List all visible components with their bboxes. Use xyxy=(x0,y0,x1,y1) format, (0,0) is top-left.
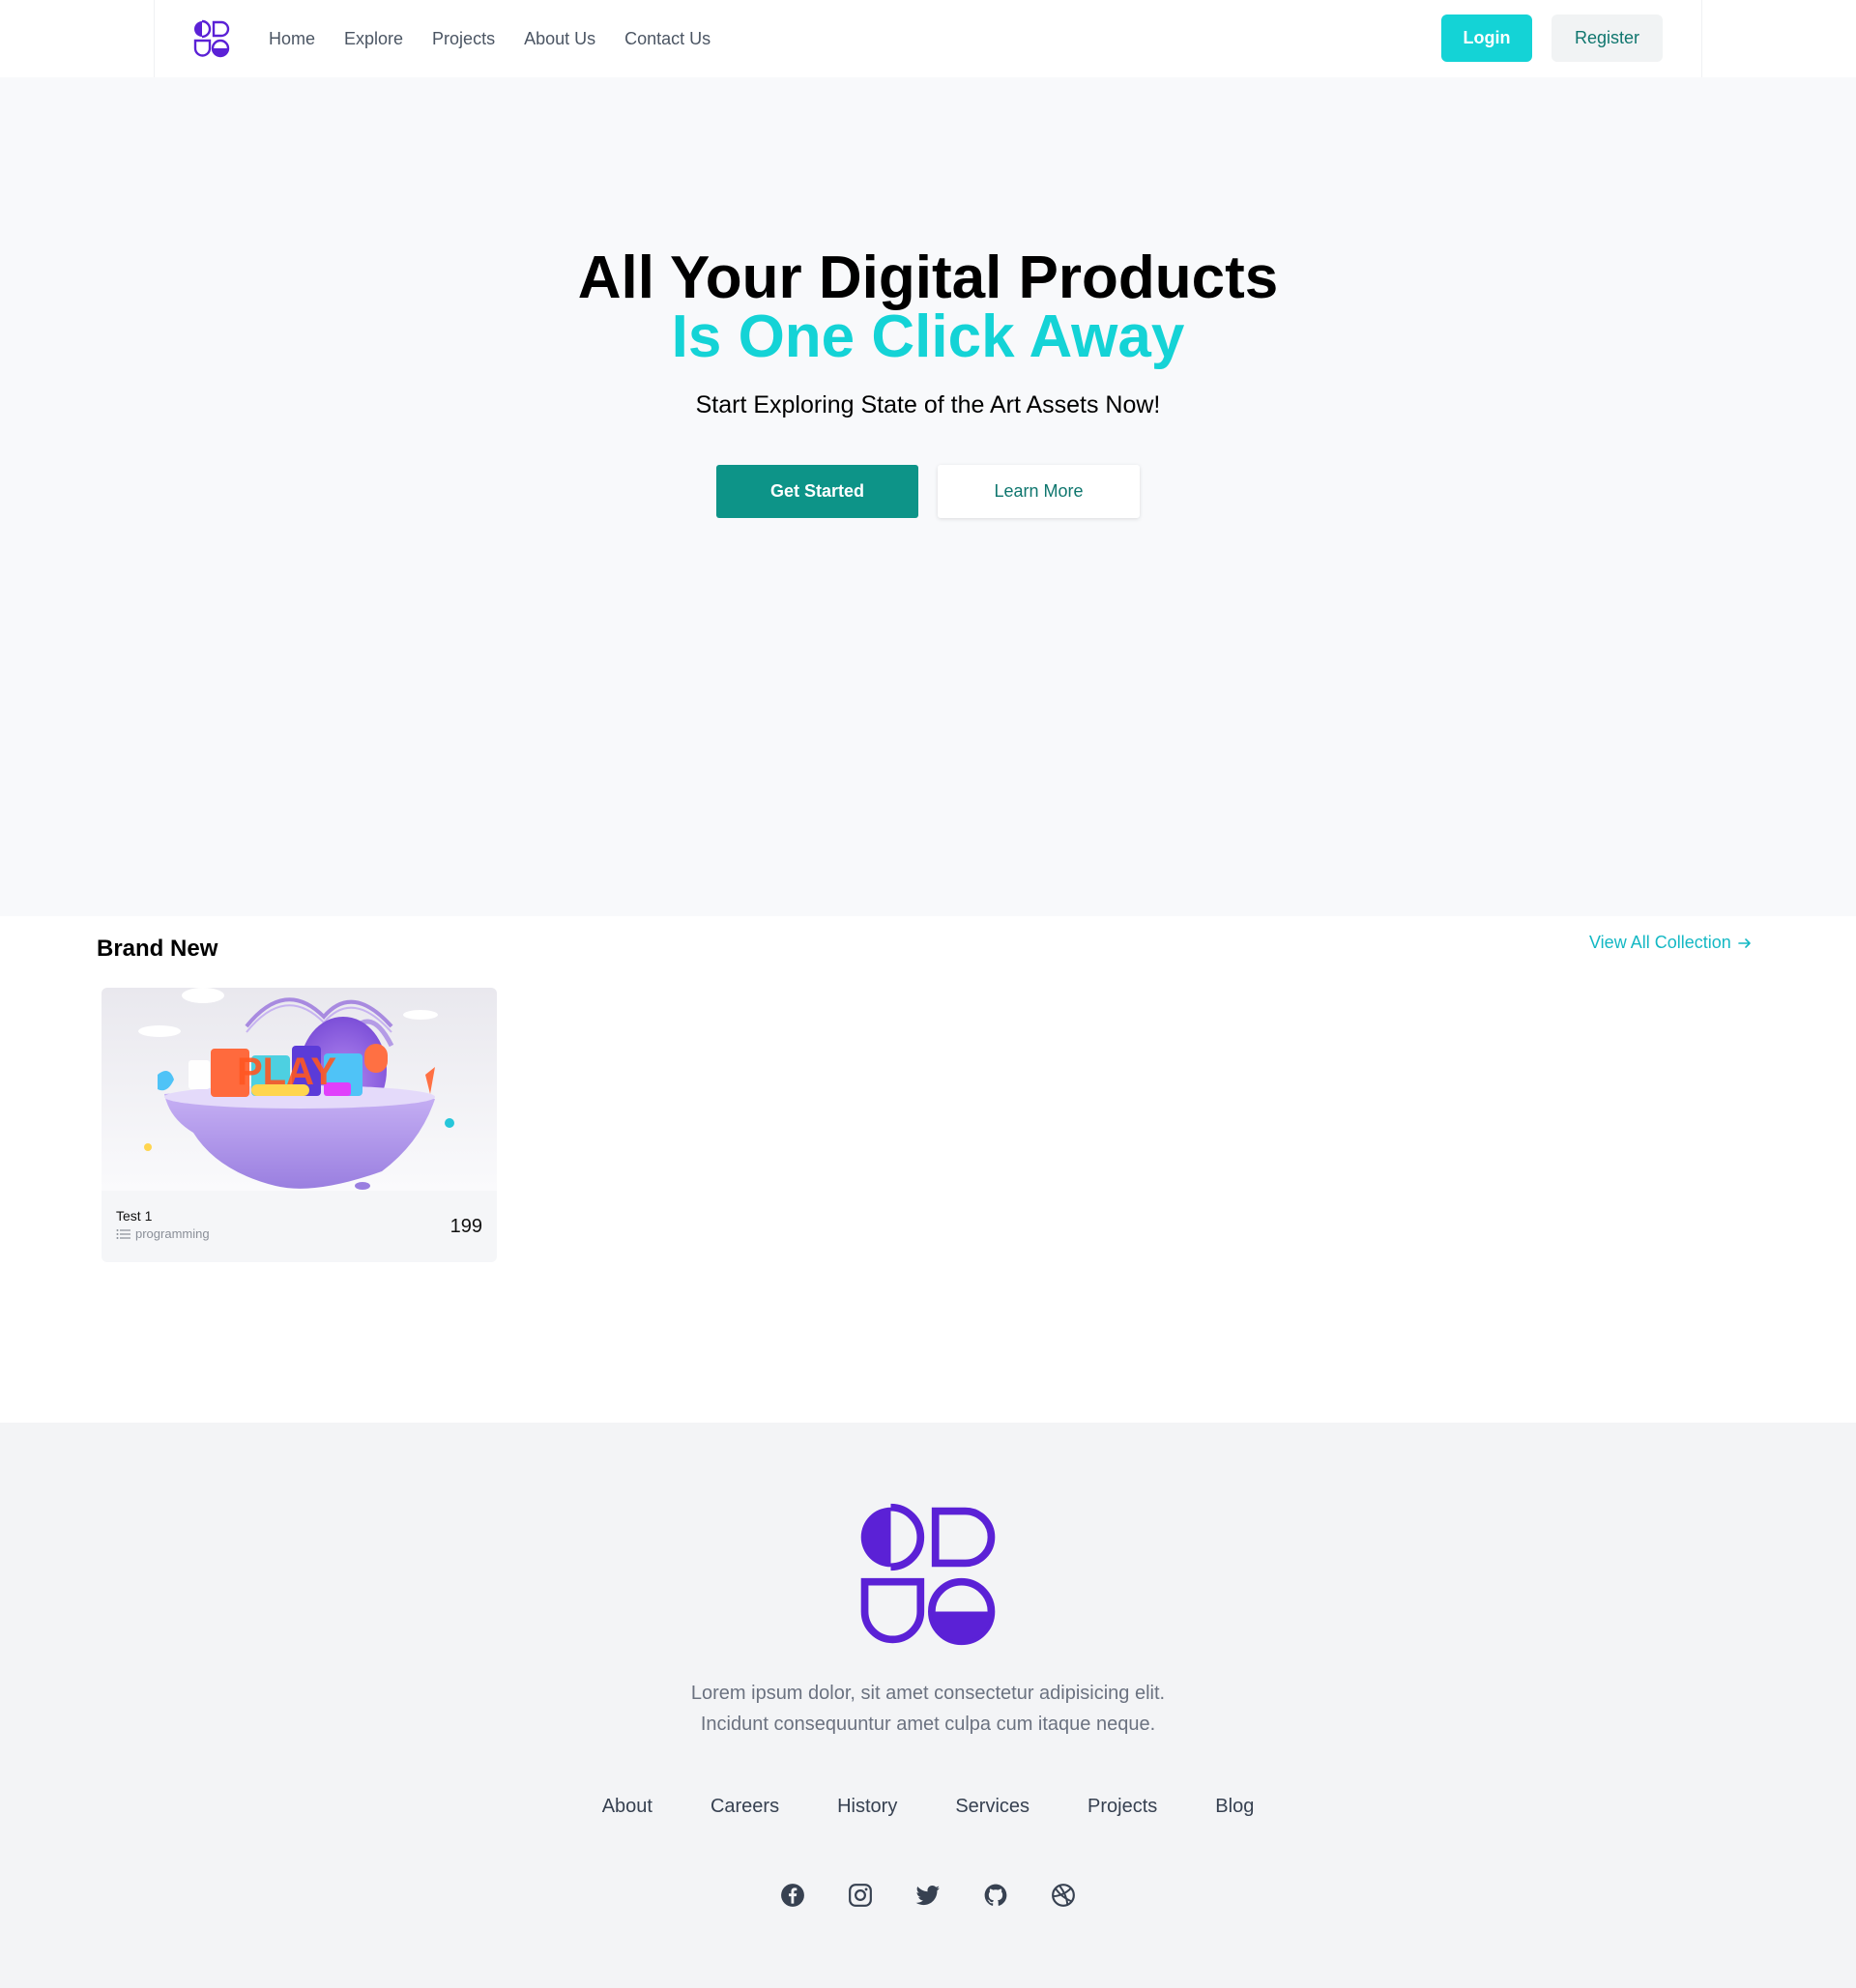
product-price: 199 xyxy=(450,1216,482,1237)
product-category-label: programming xyxy=(135,1226,210,1241)
footer-link-careers[interactable]: Careers xyxy=(710,1796,779,1818)
product-name[interactable]: Test 1 xyxy=(116,1208,152,1224)
nav-links: Home Explore Projects About Us Contact U… xyxy=(269,0,740,77)
footer: Lorem ipsum dolor, sit amet consectetur … xyxy=(0,1423,1856,1988)
arrow-right-icon xyxy=(1737,937,1751,948)
list-icon xyxy=(116,1228,130,1239)
logo-icon[interactable] xyxy=(192,19,231,58)
footer-links: About Careers History Services Projects … xyxy=(0,1796,1856,1818)
social-links xyxy=(0,1883,1856,1908)
hero-title-highlight: Is One Click Away xyxy=(671,303,1185,370)
footer-description: Lorem ipsum dolor, sit amet consectetur … xyxy=(0,1678,1856,1740)
nav-link-home[interactable]: Home xyxy=(269,29,315,49)
view-all-collection-link[interactable]: View All Collection xyxy=(1589,933,1753,953)
nav-link-contact-us[interactable]: Contact Us xyxy=(624,29,710,49)
nav-link-about-us[interactable]: About Us xyxy=(524,29,595,49)
brand-new-title: Brand New xyxy=(97,936,218,962)
navbar: Home Explore Projects About Us Contact U… xyxy=(0,0,1856,77)
github-icon[interactable] xyxy=(983,1883,1008,1908)
hero-section: All Your Digital Products Is One Click A… xyxy=(0,77,1856,916)
nav-link-explore[interactable]: Explore xyxy=(344,29,403,49)
navbar-container: Home Explore Projects About Us Contact U… xyxy=(154,0,1702,77)
footer-link-projects[interactable]: Projects xyxy=(1088,1796,1157,1818)
footer-description-line-1: Lorem ipsum dolor, sit amet consectetur … xyxy=(690,1683,1166,1704)
view-all-label: View All Collection xyxy=(1589,933,1731,952)
product-category: programming xyxy=(116,1226,210,1241)
hero-subtitle: Start Exploring State of the Art Assets … xyxy=(695,391,1161,418)
product-image[interactable]: PLAY xyxy=(102,988,497,1191)
product-image-text: PLAY xyxy=(237,1051,336,1093)
footer-link-about[interactable]: About xyxy=(602,1796,652,1818)
dribbble-icon[interactable] xyxy=(1051,1883,1076,1908)
nav-link-projects[interactable]: Projects xyxy=(432,29,495,49)
get-started-button[interactable]: Get Started xyxy=(716,465,918,518)
footer-link-history[interactable]: History xyxy=(837,1796,897,1818)
facebook-icon[interactable] xyxy=(780,1883,805,1908)
footer-description-line-2: Incidunt consequuntur amet culpa cum ita… xyxy=(700,1714,1156,1735)
learn-more-button[interactable]: Learn More xyxy=(938,465,1140,518)
footer-logo-icon xyxy=(860,1503,996,1646)
login-button[interactable]: Login xyxy=(1441,14,1532,62)
footer-link-blog[interactable]: Blog xyxy=(1215,1796,1254,1818)
instagram-icon[interactable] xyxy=(848,1883,873,1908)
twitter-icon[interactable] xyxy=(915,1883,941,1908)
footer-link-services[interactable]: Services xyxy=(955,1796,1030,1818)
hero-title: All Your Digital Products xyxy=(577,245,1279,311)
product-card[interactable]: PLAY Test 1 programming 199 xyxy=(102,988,497,1262)
register-button[interactable]: Register xyxy=(1552,14,1663,62)
